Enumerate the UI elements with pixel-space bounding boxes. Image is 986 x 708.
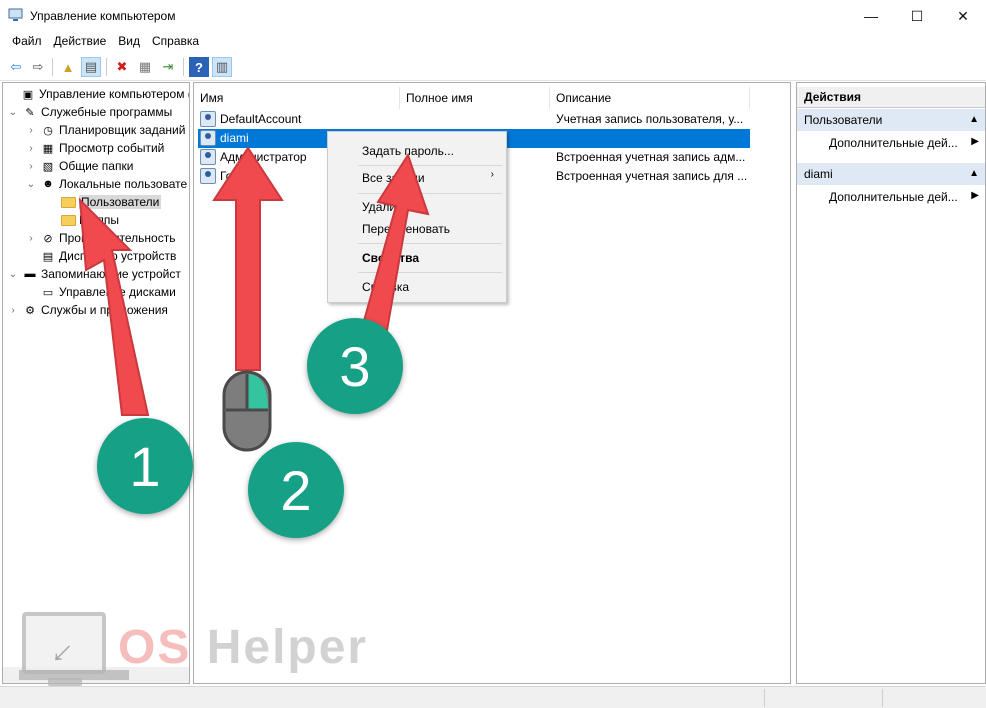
- context-menu: Задать пароль... Все задачи › Удалить Пе…: [327, 131, 507, 303]
- os-helper-watermark: ← OS Helper: [18, 612, 378, 692]
- show-tree-icon[interactable]: ▤: [81, 57, 101, 77]
- close-button[interactable]: ✕: [940, 0, 986, 32]
- forward-arrow-icon[interactable]: ⇨: [28, 57, 48, 77]
- collapse-icon[interactable]: ▲: [969, 114, 979, 125]
- tree-item-disk-management[interactable]: ▭ Управление дисками: [25, 283, 176, 301]
- folder-icon: [60, 195, 76, 209]
- actions-section-users[interactable]: Пользователи ▲: [797, 109, 985, 131]
- user-icon: [200, 168, 216, 184]
- tree-item-services[interactable]: › ⚙ Службы и приложения: [7, 301, 168, 319]
- menu-bar: Файл Действие Вид Справка: [0, 32, 986, 52]
- tools-icon: ✎: [25, 106, 35, 119]
- tree-item-computer-management[interactable]: ▣ Управление компьютером (л: [5, 85, 189, 103]
- computer-management-icon: ▣: [22, 88, 34, 101]
- submenu-arrow-icon: ›: [490, 169, 494, 180]
- maximize-button[interactable]: ☐: [894, 0, 940, 32]
- monitor-stand: [48, 678, 82, 686]
- expand-icon[interactable]: ›: [7, 305, 19, 316]
- menu-item-all-tasks[interactable]: Все задачи: [362, 168, 425, 188]
- storage-icon: ▬: [24, 268, 36, 280]
- action-pane-icon[interactable]: ▥: [212, 57, 232, 77]
- menu-separator: [358, 272, 502, 273]
- table-row[interactable]: DefaultAccount Учетная запись пользовате…: [198, 110, 750, 129]
- expand-icon[interactable]: ⌄: [25, 179, 37, 190]
- tree-item-device-manager[interactable]: ▤ Диспетчер устройств: [25, 247, 177, 265]
- expand-icon[interactable]: ›: [25, 233, 37, 244]
- toolbar-separator: [183, 58, 184, 76]
- tree-item-storage[interactable]: ⌄ ▬ Запоминающие устройст: [7, 265, 181, 283]
- navigation-tree[interactable]: ▣ Управление компьютером (л ⌄ ✎ Служебны…: [2, 82, 190, 684]
- menu-separator: [358, 193, 502, 194]
- menu-item-properties[interactable]: Свойства: [362, 248, 419, 268]
- tree-item-local-users[interactable]: ⌄ ☻ Локальные пользовате: [25, 175, 187, 193]
- task-scheduler-icon: ◷: [43, 124, 53, 137]
- menu-action[interactable]: Действие: [48, 32, 113, 52]
- expand-icon[interactable]: ›: [25, 161, 37, 172]
- back-arrow-icon[interactable]: ⇦: [6, 57, 26, 77]
- tree-item-task-scheduler[interactable]: › ◷ Планировщик заданий: [25, 121, 185, 139]
- tree-item-shared-folders[interactable]: › ▧ Общие папки: [25, 157, 133, 175]
- column-header-description[interactable]: Описание: [550, 87, 750, 109]
- user-icon: [200, 111, 216, 127]
- cursor-arrow-icon: ←: [33, 623, 85, 675]
- tree-item-performance[interactable]: › ⊘ Производительность: [25, 229, 175, 247]
- menu-separator: [358, 243, 502, 244]
- toolbar: ⇦ ⇨ ▲ ▤ ✖ ▦ ⇥ ? ▥: [0, 53, 986, 81]
- folder-icon: [60, 213, 76, 227]
- more-actions-diami[interactable]: Дополнительные дей... ▶: [829, 187, 979, 207]
- event-viewer-icon: ▦: [42, 142, 54, 155]
- local-users-icon: ☻: [42, 178, 54, 190]
- menu-item-set-password[interactable]: Задать пароль...: [362, 141, 454, 161]
- actions-pane: Действия Пользователи ▲ Дополнительные д…: [796, 82, 986, 684]
- tree-item-users[interactable]: Пользователи: [45, 193, 162, 211]
- menu-help[interactable]: Справка: [146, 32, 205, 52]
- actions-title: Действия: [797, 87, 985, 108]
- expand-icon[interactable]: ›: [25, 125, 37, 136]
- expand-icon[interactable]: ⌄: [7, 269, 19, 280]
- column-header-name[interactable]: Имя: [194, 87, 400, 109]
- delete-icon[interactable]: ✖: [112, 57, 132, 77]
- menu-item-rename[interactable]: Переименовать: [362, 219, 450, 239]
- tree-item-groups[interactable]: Группы: [45, 211, 119, 229]
- menu-view[interactable]: Вид: [112, 32, 146, 52]
- more-actions-users[interactable]: Дополнительные дей... ▶: [829, 133, 979, 153]
- toolbar-separator: [106, 58, 107, 76]
- step-badge-1: 1: [97, 418, 193, 514]
- collapse-icon[interactable]: ▲: [969, 168, 979, 179]
- shared-folders-icon: ▧: [42, 160, 54, 173]
- help-icon[interactable]: ?: [189, 57, 209, 77]
- user-icon: [200, 130, 216, 146]
- step-badge-3: 3: [307, 318, 403, 414]
- menu-item-help[interactable]: Справка: [362, 277, 409, 297]
- toolbar-separator: [52, 58, 53, 76]
- expand-icon[interactable]: ›: [25, 143, 37, 154]
- device-manager-icon: ▤: [42, 250, 54, 263]
- minimize-button[interactable]: —: [848, 0, 894, 32]
- services-icon: ⚙: [25, 304, 35, 317]
- tree-item-event-viewer[interactable]: › ▦ Просмотр событий: [25, 139, 164, 157]
- watermark-text: OS Helper: [118, 621, 369, 674]
- disk-management-icon: ▭: [42, 286, 54, 299]
- column-header-full-name[interactable]: Полное имя: [400, 87, 550, 109]
- status-divider: [764, 689, 765, 707]
- performance-icon: ⊘: [43, 232, 53, 245]
- user-icon: [200, 149, 216, 165]
- actions-section-diami[interactable]: diami ▲: [797, 163, 985, 185]
- tree-item-system-tools[interactable]: ⌄ ✎ Служебные программы: [7, 103, 172, 121]
- expand-icon[interactable]: ⌄: [7, 107, 19, 118]
- monitor-logo-icon: ←: [22, 612, 106, 675]
- submenu-arrow-icon: ▶: [971, 190, 979, 201]
- step-badge-2: 2: [248, 442, 344, 538]
- export-icon[interactable]: ⇥: [158, 57, 178, 77]
- menu-item-delete[interactable]: Удалить: [362, 197, 408, 217]
- status-divider: [882, 689, 883, 707]
- window-title: Управление компьютером: [30, 9, 176, 23]
- menu-file[interactable]: Файл: [6, 32, 48, 52]
- menu-separator: [358, 165, 502, 166]
- up-folder-icon[interactable]: ▲: [58, 57, 78, 77]
- title-bar: Управление компьютером — ☐ ✕: [0, 0, 986, 32]
- properties-icon[interactable]: ▦: [135, 57, 155, 77]
- submenu-arrow-icon: ▶: [971, 136, 979, 147]
- computer-management-icon: [8, 8, 23, 21]
